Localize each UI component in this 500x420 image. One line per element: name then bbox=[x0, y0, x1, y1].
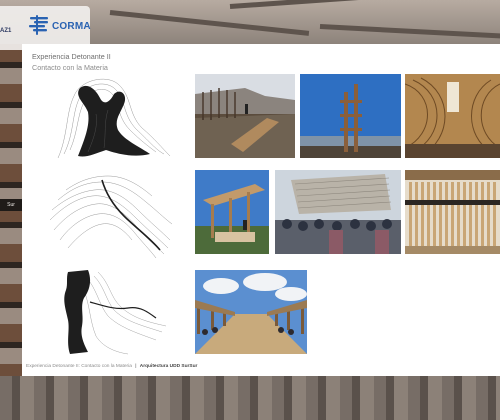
photo-curved-wood-interior bbox=[405, 74, 500, 158]
topographic-contour-drawing bbox=[44, 170, 174, 262]
photo-timber-tower-sky bbox=[300, 74, 401, 158]
background-bottom-structure bbox=[0, 376, 500, 420]
footer-text: Experiencia Detonante II: Contacto con l… bbox=[26, 364, 132, 369]
partner-logo-partial: AZ1 bbox=[0, 28, 11, 34]
photo-wooden-pavilion-construction bbox=[195, 170, 269, 254]
background-left-strip: Sur bbox=[0, 44, 22, 376]
photo-vertical-slats-screen bbox=[405, 170, 500, 254]
tree-trunk-contour-drawing bbox=[44, 74, 174, 166]
footer-credit: Arquitectura UDD SurSur bbox=[139, 364, 198, 369]
slide-footer: Experiencia Detonante II: Contacto con l… bbox=[26, 364, 197, 369]
corma-logo-icon bbox=[28, 14, 50, 36]
photo-outdoor-corridor-exhibition bbox=[195, 270, 307, 354]
photo-students-group-wood-canopy bbox=[275, 170, 401, 254]
photo-wooden-frames-field bbox=[195, 74, 295, 158]
slide-title: Experiencia Detonante II bbox=[32, 52, 111, 61]
presentation-slide: Experiencia Detonante II Contacto con la… bbox=[22, 44, 500, 376]
slide-subtitle: Contacto con la Materia bbox=[32, 63, 108, 72]
left-strip-label: Sur bbox=[0, 199, 22, 211]
vertical-mass-contour-drawing bbox=[44, 266, 174, 358]
footer-separator: | bbox=[135, 364, 137, 369]
corma-logo-text: CORMA bbox=[52, 21, 91, 32]
partner-logo-text: AZ1 bbox=[0, 28, 12, 34]
